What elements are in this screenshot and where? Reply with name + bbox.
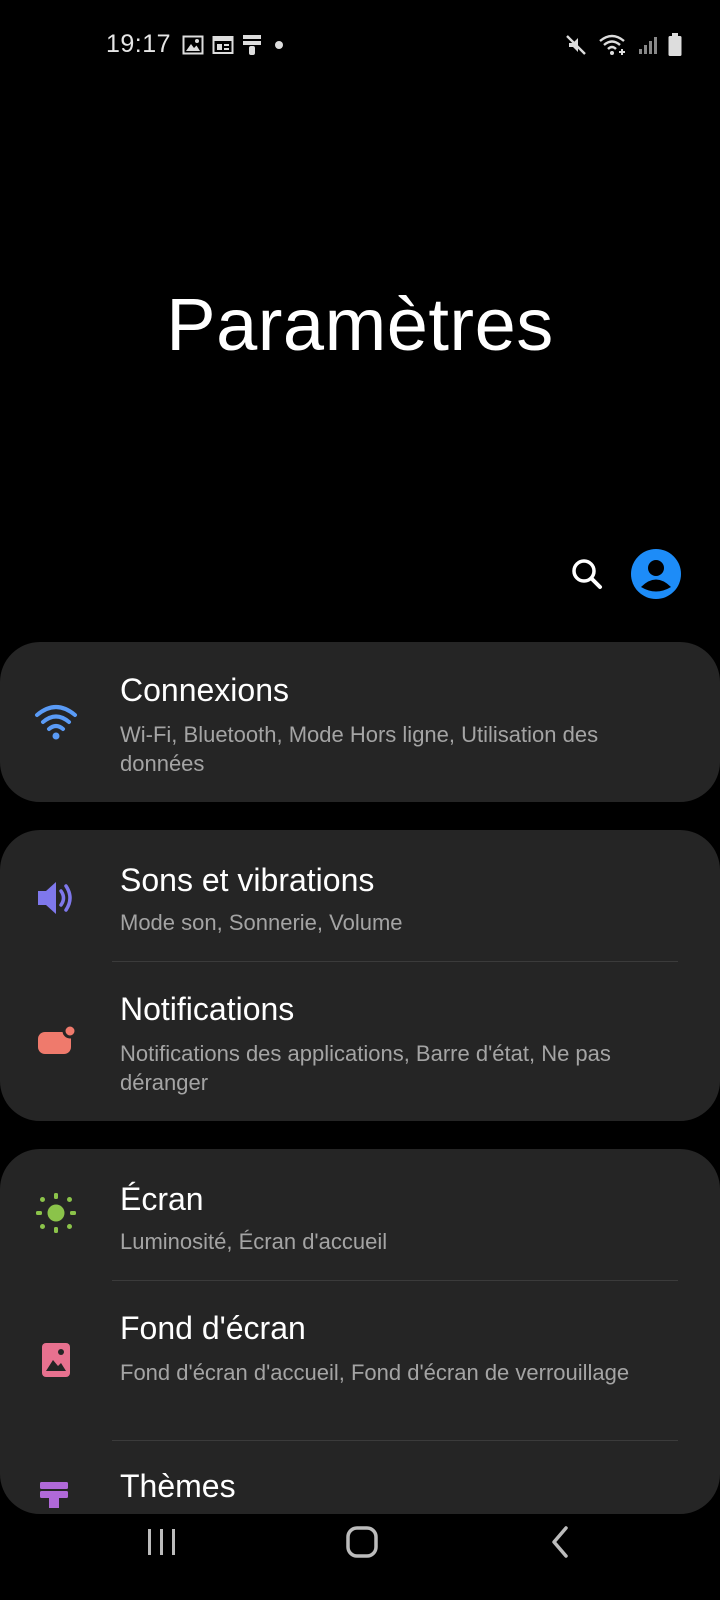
gallery-icon — [182, 35, 204, 55]
settings-item-subtitle: Wi-Fi, Bluetooth, Mode Hors ligne, Utili… — [120, 722, 599, 776]
signal-icon — [638, 35, 658, 55]
settings-item-subtitle: Fond d'écran d'accueil, Fond d'écran de … — [120, 1360, 630, 1385]
settings-item-title: Fond d'écran — [120, 1310, 306, 1346]
settings-item-sons[interactable]: Sons et vibrations Mode son, Sonnerie, V… — [0, 830, 720, 961]
back-icon[interactable] — [538, 1520, 588, 1569]
wifi-icon — [34, 700, 78, 744]
settings-card-sound: Sons et vibrations Mode son, Sonnerie, V… — [0, 830, 720, 1121]
settings-item-title: Connexions — [120, 672, 289, 708]
home-icon[interactable] — [338, 1520, 388, 1569]
settings-card-connections: Connexions Wi-Fi, Bluetooth, Mode Hors l… — [0, 642, 720, 802]
theme-brush-icon — [242, 34, 262, 56]
settings-item-title: Notifications — [120, 991, 295, 1027]
settings-item-notifications[interactable]: Notifications Notifications des applicat… — [0, 961, 720, 1121]
settings-item-title: Sons et vibrations — [120, 862, 375, 898]
mute-icon — [564, 33, 588, 57]
settings-item-connexions[interactable]: Connexions Wi-Fi, Bluetooth, Mode Hors l… — [0, 642, 720, 802]
notification-icon — [34, 1019, 78, 1063]
speaker-icon — [34, 876, 78, 920]
settings-card-display: Écran Luminosité, Écran d'accueil Fond d… — [0, 1149, 720, 1514]
header-actions — [570, 548, 682, 600]
status-bar: 19:17 — [0, 0, 720, 90]
wifi-call-icon — [598, 33, 628, 57]
calendar-widget-icon — [212, 35, 234, 55]
settings-item-subtitle: Notifications des applications, Barre d'… — [120, 1041, 611, 1095]
settings-item-fond-ecran[interactable]: Fond d'écran Fond d'écran d'accueil, Fon… — [0, 1280, 720, 1440]
settings-item-title: Écran — [120, 1181, 204, 1217]
search-icon[interactable] — [570, 557, 604, 591]
settings-item-themes[interactable]: Thèmes — [0, 1440, 720, 1514]
status-time: 19:17 — [106, 30, 172, 58]
themes-icon — [34, 1478, 78, 1514]
page-title: Paramètres — [166, 283, 554, 366]
settings-item-title: Thèmes — [120, 1468, 236, 1504]
settings-item-subtitle: Mode son, Sonnerie, Volume — [120, 910, 403, 935]
settings-item-ecran[interactable]: Écran Luminosité, Écran d'accueil — [0, 1149, 720, 1280]
status-left-icons — [182, 33, 288, 57]
settings-item-subtitle: Luminosité, Écran d'accueil — [120, 1229, 388, 1254]
navigation-bar — [0, 1512, 720, 1600]
wallpaper-icon — [34, 1338, 78, 1382]
brightness-icon — [34, 1191, 78, 1235]
battery-icon — [668, 33, 682, 57]
dot-icon — [270, 35, 288, 55]
recent-apps-icon[interactable] — [137, 1520, 187, 1569]
status-right-icons — [564, 30, 682, 60]
account-icon[interactable] — [630, 548, 682, 600]
